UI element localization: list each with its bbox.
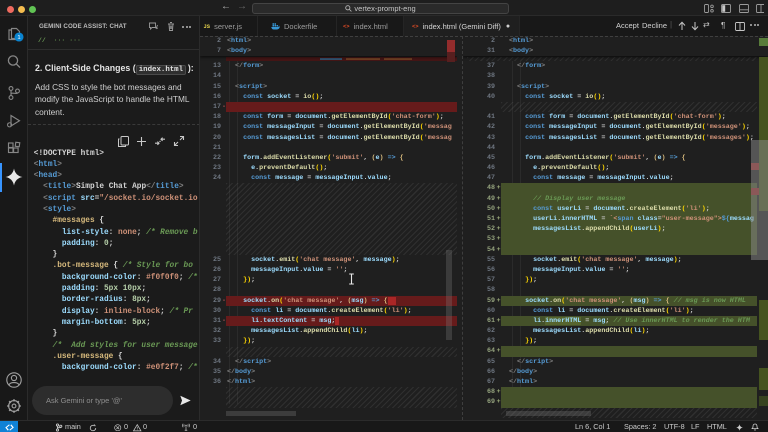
svg-text:1: 1 [17, 35, 20, 41]
